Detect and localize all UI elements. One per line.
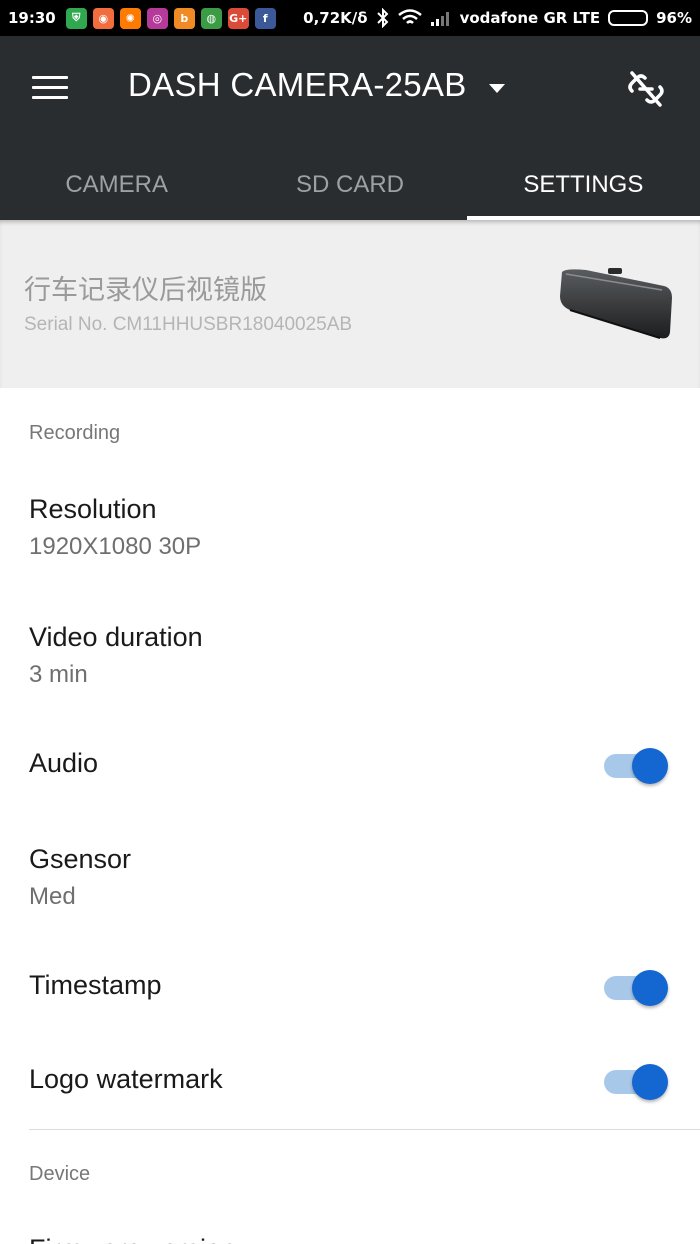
setting-firmware-version[interactable]: Firmware version	[0, 1218, 700, 1244]
setting-value: Med	[29, 883, 76, 910]
tab-settings[interactable]: SETTINGS	[466, 144, 700, 220]
status-bar: 19:30 ⛨ ◉ ✺ ◎ b ◍ G+ f 0,72K/δ vodafone GR LTE …	[0, 0, 700, 36]
rearview-mirror-image	[560, 268, 672, 339]
status-right: 0,72K/δ vodafone GR LTE 96%	[303, 8, 692, 28]
serial-number: Serial No. CM11HHUSBR18040025AB	[24, 314, 353, 335]
tab-bar: CAMERA SD CARD SETTINGS	[0, 144, 700, 220]
setting-resolution[interactable]: Resolution 1920X1080 30P	[0, 478, 700, 586]
dropdown-arrow-icon[interactable]	[489, 84, 505, 93]
timestamp-toggle[interactable]	[604, 968, 670, 1008]
setting-title: Timestamp	[29, 970, 162, 1000]
setting-timestamp[interactable]: Timestamp	[0, 950, 700, 1030]
blogger-icon: b	[173, 7, 195, 29]
notification-icons: ⛨ ◉ ✺ ◎ b ◍ G+ f	[65, 7, 276, 29]
carrier-name: vodafone GR LTE	[459, 9, 601, 27]
shield-app-icon: ⛨	[65, 7, 87, 29]
battery-icon	[608, 10, 649, 26]
google-plus-icon: G+	[227, 7, 249, 29]
signal-icon	[430, 12, 449, 26]
setting-title: Gsensor	[29, 844, 132, 874]
section-header-device: Device	[29, 1163, 91, 1185]
setting-gsensor[interactable]: Gsensor Med	[0, 828, 700, 936]
soundcloud-icon: ✺	[119, 7, 141, 29]
link-off-icon[interactable]	[626, 69, 666, 109]
app-bar: DASH CAMERA-25AB CAMERA SD CARD SETTINGS	[0, 36, 700, 220]
setting-title: Logo watermark	[29, 1064, 223, 1094]
setting-value: 1920X1080 30P	[29, 533, 202, 560]
setting-value: 3 min	[29, 661, 88, 688]
section-divider	[29, 1129, 700, 1130]
tab-camera[interactable]: CAMERA	[0, 144, 233, 220]
logo-watermark-toggle[interactable]	[604, 1062, 670, 1102]
status-time: 19:30	[8, 9, 56, 27]
setting-audio[interactable]: Audio	[0, 728, 700, 808]
section-header-recording: Recording	[29, 422, 121, 444]
setting-title: Firmware version	[29, 1234, 236, 1244]
facebook-icon: f	[254, 7, 276, 29]
instagram-icon: ◎	[146, 7, 168, 29]
audio-toggle[interactable]	[604, 746, 670, 786]
bluetooth-icon	[376, 8, 389, 28]
setting-video-duration[interactable]: Video duration 3 min	[0, 606, 700, 714]
chrome-icon: ◍	[200, 7, 222, 29]
setting-title: Video duration	[29, 622, 203, 652]
setting-title: Audio	[29, 748, 99, 778]
setting-title: Resolution	[29, 494, 157, 524]
setting-logo-watermark[interactable]: Logo watermark	[0, 1044, 700, 1124]
tab-sd-card[interactable]: SD CARD	[233, 144, 466, 220]
menu-icon[interactable]	[32, 76, 68, 102]
wifi-icon	[397, 9, 422, 24]
device-selector-title[interactable]: DASH CAMERA-25AB	[128, 66, 467, 104]
device-name: 行车记录仪后视镜版	[24, 275, 267, 306]
orange-app-icon: ◉	[92, 7, 114, 29]
network-speed: 0,72K/δ	[303, 9, 368, 27]
device-header: 行车记录仪后视镜版 Serial No. CM11HHUSBR18040025A…	[0, 220, 700, 388]
battery-percent: 96%	[656, 9, 692, 27]
